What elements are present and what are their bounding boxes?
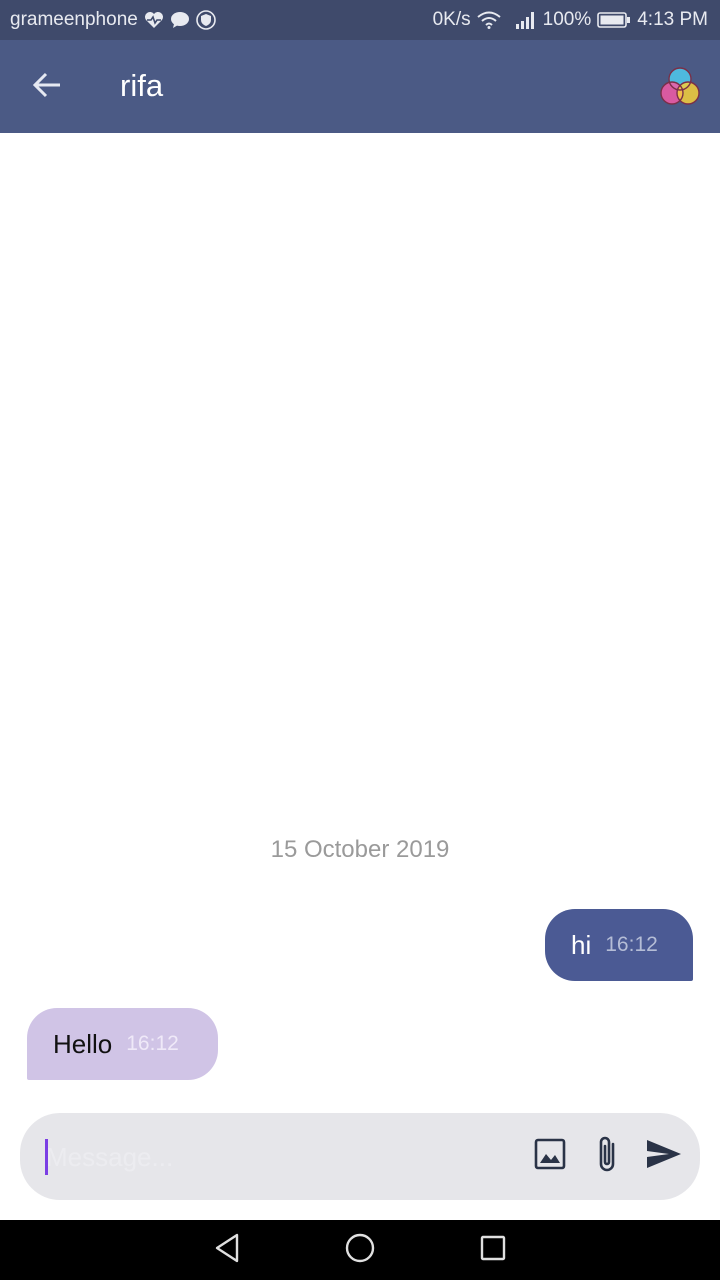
- chat-bubble-icon: [170, 11, 190, 29]
- paperclip-icon: [595, 1134, 619, 1179]
- clock: 4:13 PM: [637, 9, 708, 30]
- status-right: 0K/s 100% 4:13 PM: [433, 9, 708, 31]
- message-time: 16:12: [605, 933, 658, 956]
- theme-button[interactable]: [656, 65, 704, 109]
- back-button[interactable]: [26, 66, 68, 108]
- arrow-left-icon: [32, 72, 62, 103]
- send-button[interactable]: [642, 1136, 686, 1176]
- home-circle-icon: [344, 1232, 376, 1269]
- network-speed: 0K/s: [432, 9, 471, 30]
- message-outgoing[interactable]: hi 16:12: [545, 909, 693, 981]
- wifi-icon: [476, 11, 501, 29]
- message-text: Hello: [53, 1028, 113, 1059]
- chat-title: rifa: [120, 68, 164, 103]
- heart-pulse-icon: [144, 11, 164, 29]
- recents-square-icon: [479, 1234, 507, 1267]
- text-caret: [45, 1139, 48, 1175]
- battery-percent: 100%: [542, 9, 592, 30]
- battery-icon: [597, 11, 631, 29]
- app-bar: rifa: [0, 40, 720, 133]
- status-bar: grameenphone 0K/s 100% 4:13 PM: [0, 0, 720, 40]
- message-time: 16:12: [126, 1032, 179, 1055]
- attach-image-button[interactable]: [530, 1136, 570, 1176]
- nav-home-button[interactable]: [340, 1232, 380, 1268]
- message-incoming[interactable]: Hello 16:12: [27, 1008, 218, 1080]
- nav-back-button[interactable]: [207, 1232, 247, 1268]
- status-left: grameenphone: [10, 9, 216, 31]
- date-separator: 15 October 2019: [270, 836, 450, 863]
- image-icon: [534, 1138, 566, 1175]
- nav-recents-button[interactable]: [473, 1232, 513, 1268]
- shield-icon: [196, 10, 216, 30]
- message-text: hi: [571, 929, 592, 960]
- attach-file-button[interactable]: [590, 1134, 624, 1178]
- send-icon: [645, 1138, 683, 1175]
- color-circles-icon: [656, 67, 704, 113]
- back-triangle-icon: [214, 1233, 240, 1268]
- system-nav-bar: [0, 1220, 720, 1280]
- signal-icon: [515, 11, 537, 29]
- message-input[interactable]: [46, 1132, 506, 1182]
- carrier-name: grameenphone: [10, 9, 138, 30]
